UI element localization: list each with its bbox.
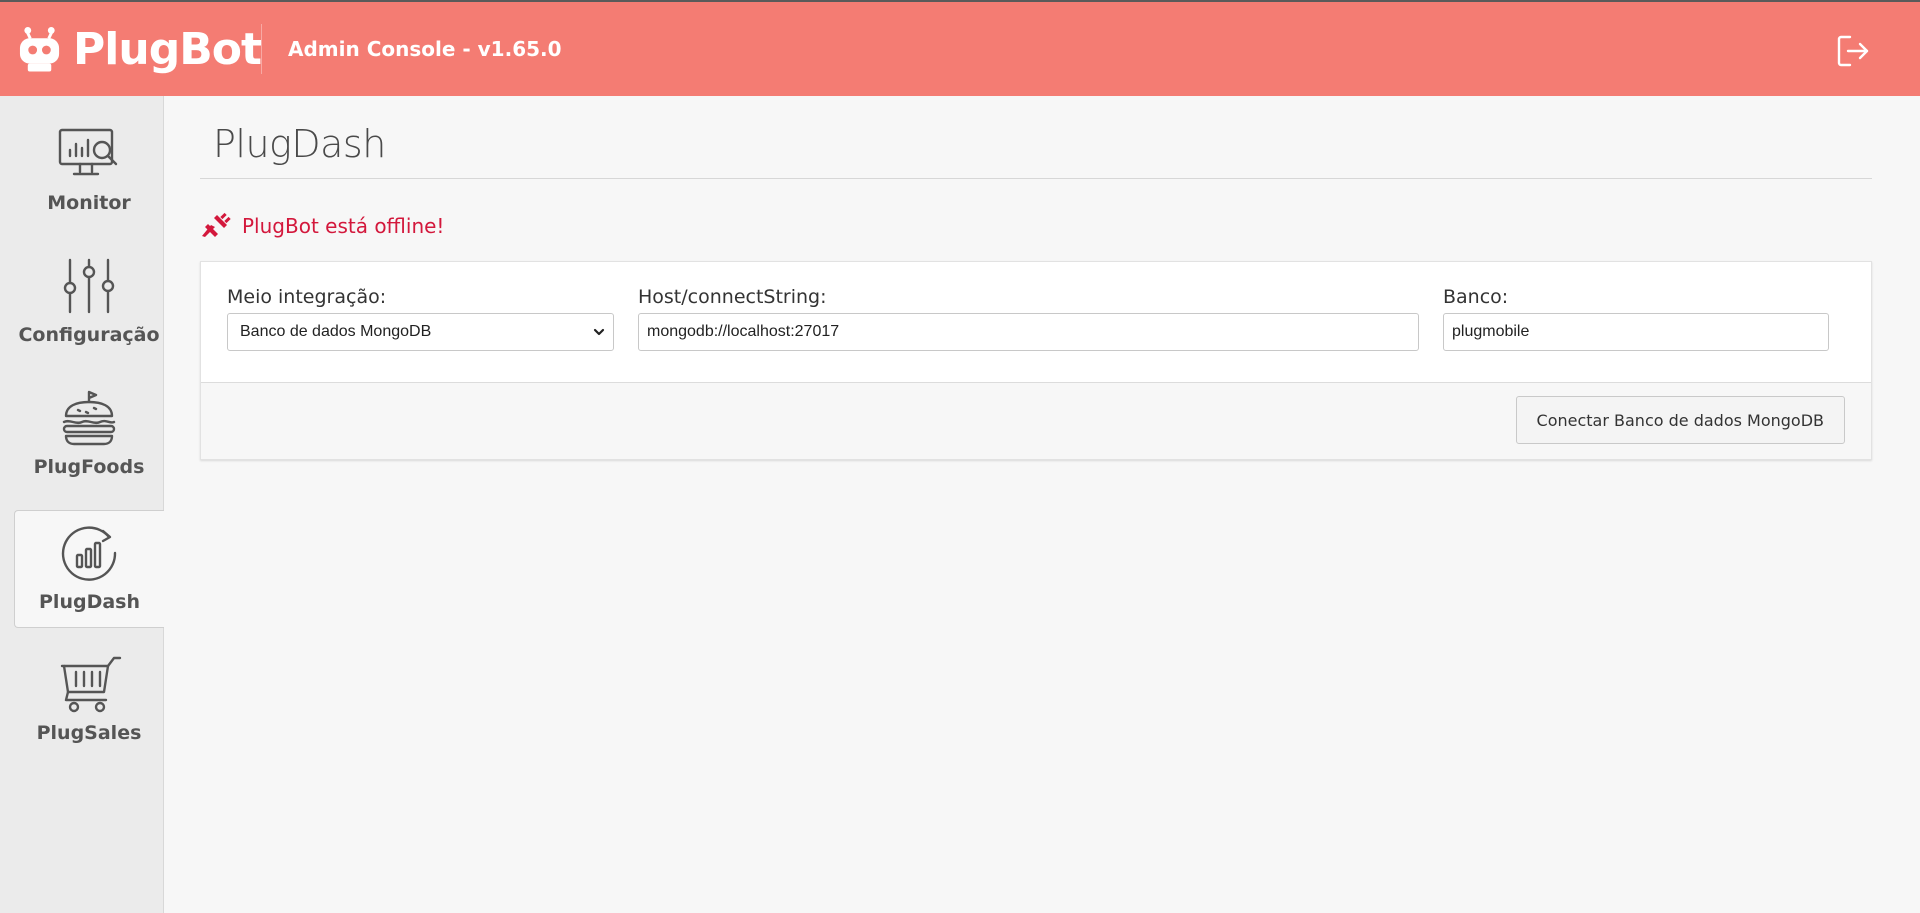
burger-icon xyxy=(62,390,116,446)
host-input[interactable] xyxy=(638,313,1419,351)
sidebar-item-plugfoods[interactable]: PlugFoods xyxy=(14,374,164,492)
sidebar-item-label: Configuração xyxy=(18,324,160,346)
page-title: PlugDash xyxy=(200,96,1872,179)
top-header: PlugBot Admin Console - v1.65.0 xyxy=(0,0,1920,96)
integration-label: Meio integração: xyxy=(227,286,387,308)
database-field: Banco: xyxy=(1443,286,1829,351)
brand[interactable]: PlugBot xyxy=(0,23,262,75)
cart-icon xyxy=(60,656,122,713)
monitor-icon xyxy=(58,128,118,176)
status-text: PlugBot está offline! xyxy=(242,214,445,238)
sidebar-item-plugdash[interactable]: PlugDash xyxy=(14,510,164,628)
panel-footer: Conectar Banco de dados MongoDB xyxy=(201,383,1871,459)
robot-logo-icon xyxy=(19,26,60,72)
sliders-icon xyxy=(63,258,115,314)
connection-form: Meio integração: Banco de dados MongoDB … xyxy=(201,262,1871,383)
database-input[interactable] xyxy=(1443,313,1829,351)
sidebar-item-label: PlugDash xyxy=(39,591,140,613)
sidebar-item-label: PlugFoods xyxy=(33,456,145,478)
chevron-down-icon xyxy=(593,328,605,336)
sidebar-item-label: PlugSales xyxy=(36,722,142,744)
main-content: PlugDash PlugBot está offline! Meio inte… xyxy=(200,96,1872,460)
status-message: PlugBot está offline! xyxy=(200,209,1872,243)
sidebar-item-label: Monitor xyxy=(47,192,131,214)
sidebar-item-monitor[interactable]: Monitor xyxy=(14,110,164,228)
connection-panel: Meio integração: Banco de dados MongoDB … xyxy=(200,261,1872,460)
database-label: Banco: xyxy=(1443,286,1509,308)
logout-icon[interactable] xyxy=(1836,34,1870,68)
host-field: Host/connectString: xyxy=(638,286,1419,351)
sidebar-item-plugsales[interactable]: PlugSales xyxy=(14,640,164,758)
host-label: Host/connectString: xyxy=(638,286,827,308)
chart-refresh-icon xyxy=(61,526,116,581)
unplugged-icon xyxy=(202,212,231,237)
integration-field: Meio integração: Banco de dados MongoDB xyxy=(227,286,614,351)
integration-select[interactable]: Banco de dados MongoDB xyxy=(227,313,614,351)
connect-button[interactable]: Conectar Banco de dados MongoDB xyxy=(1515,396,1845,444)
integration-select-value: Banco de dados MongoDB xyxy=(227,313,614,351)
brand-name: PlugBot xyxy=(73,23,262,75)
sidebar: Monitor Configuração PlugFoods PlugDash … xyxy=(0,96,164,913)
sidebar-item-configuracao[interactable]: Configuração xyxy=(14,242,164,360)
header-title: Admin Console - v1.65.0 xyxy=(288,37,562,61)
